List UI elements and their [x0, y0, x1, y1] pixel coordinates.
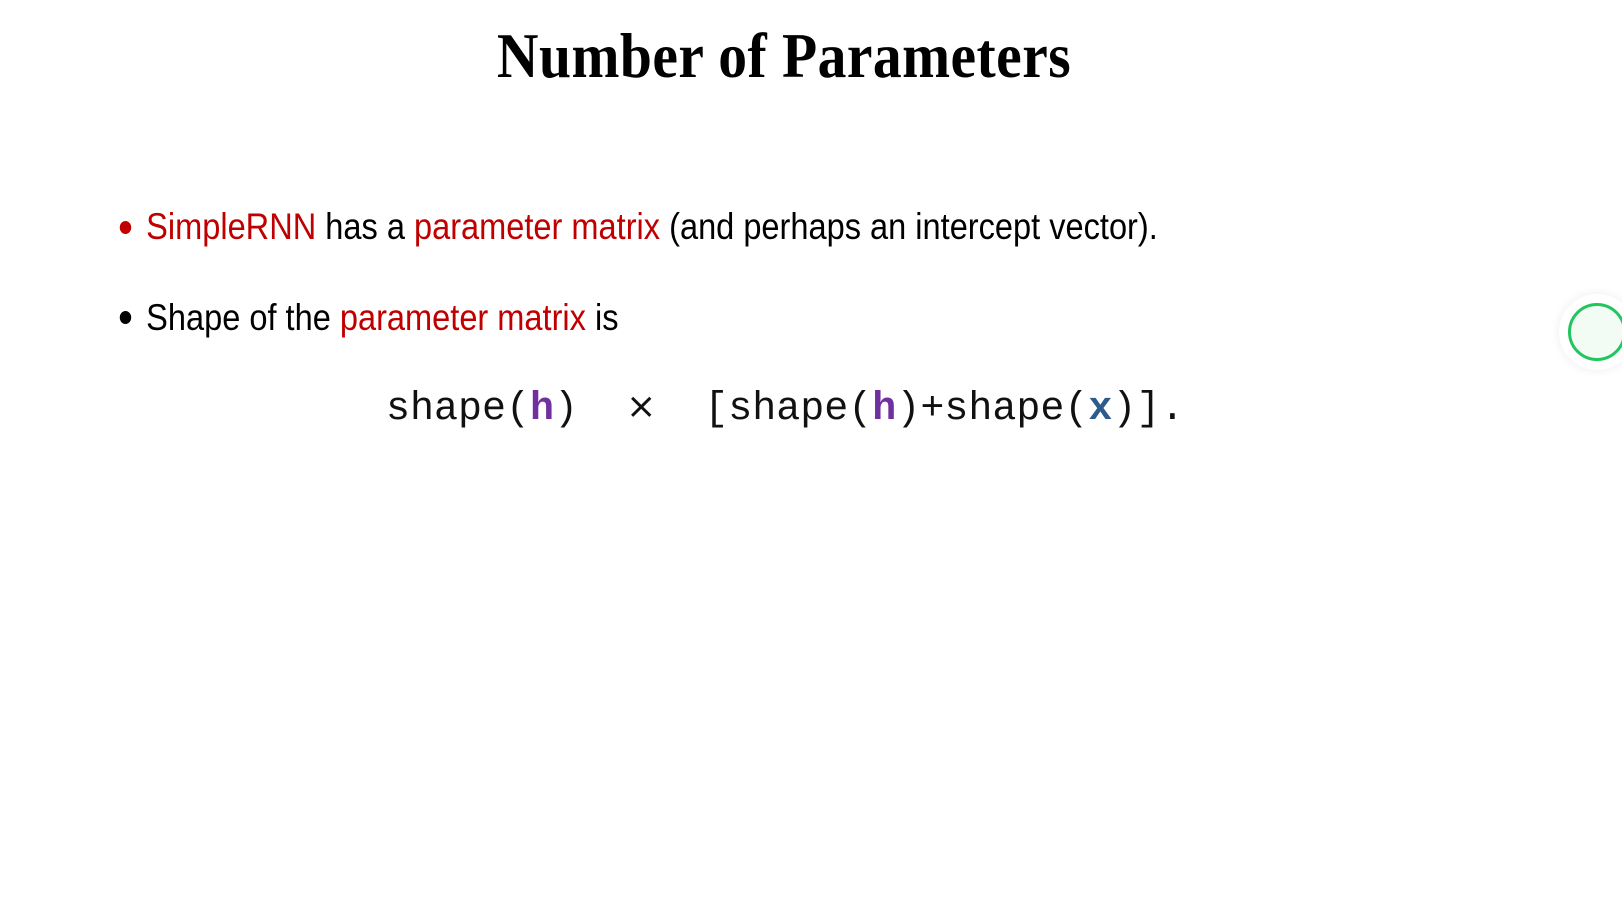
bullet-dot-icon — [119, 311, 132, 325]
formula-symbol-h-2: h — [872, 387, 897, 432]
slide-canvas: Number of Parameters SimpleRNN has a par… — [0, 0, 1622, 911]
formula-gap-1 — [578, 387, 626, 432]
formula-symbol-h: h — [530, 387, 555, 432]
formula-part-4: )+shape( — [896, 387, 1089, 432]
bullet-1-segment-3: parameter matrix — [413, 206, 661, 247]
bullet-1-segment-2: has a — [316, 206, 414, 247]
formula-part-3: [shape( — [704, 387, 873, 432]
bullet-dot-icon — [119, 220, 132, 234]
bullet-2-segment-2: parameter matrix — [339, 296, 586, 338]
bullet-2-segment-1: Shape of the — [146, 296, 340, 338]
shape-formula: shape(h) × [shape(h)+shape(x)]. — [386, 389, 1184, 430]
bullet-1-segment-1: SimpleRNN — [146, 206, 317, 247]
formula-part-5: )]. — [1112, 387, 1185, 432]
bullet-1-segment-4: (and perhaps an intercept vector). — [660, 206, 1158, 247]
formula-symbol-x: x — [1088, 387, 1113, 432]
formula-part-2: ) — [554, 387, 579, 432]
bullet-list: SimpleRNN has a parameter matrix (and pe… — [118, 205, 1568, 339]
indicator-ring — [1568, 303, 1622, 361]
green-circle-indicator-icon[interactable] — [1559, 294, 1622, 370]
bullet-2-segment-3: is — [585, 296, 619, 338]
list-item: Shape of the parameter matrix is — [118, 296, 1394, 340]
multiplication-icon: × — [626, 386, 657, 427]
formula-part-1: shape( — [386, 387, 531, 432]
list-item: SimpleRNN has a parameter matrix (and pe… — [118, 205, 1394, 249]
formula-gap-2 — [656, 387, 704, 432]
page-title: Number of Parameters — [496, 20, 1072, 91]
indicator-halo — [1559, 294, 1622, 370]
